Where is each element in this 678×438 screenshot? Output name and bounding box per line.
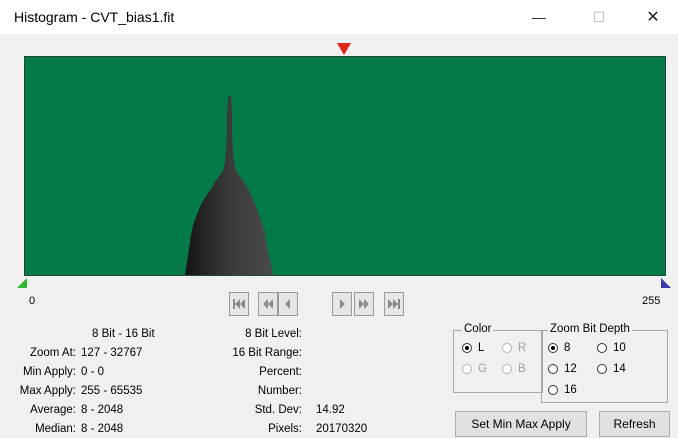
radio-unchecked-icon <box>548 385 558 395</box>
pixels-label: Pixels: <box>268 423 302 435</box>
histogram-distribution <box>185 95 273 275</box>
histogram-plot[interactable] <box>24 56 666 276</box>
step-forward-icon <box>340 299 345 309</box>
histogram-dialog-body: 0 255 8 Bit - 16 Bit Zoom At: 127 - 3276… <box>0 34 678 438</box>
first-button[interactable] <box>229 292 249 316</box>
radio-unchecked-icon <box>462 364 472 374</box>
color-radio-r[interactable]: R <box>502 342 526 354</box>
color-radio-l[interactable]: L <box>462 342 484 354</box>
max-apply-value: 255 - 65535 <box>81 385 143 397</box>
zoom-bit-depth-group: Zoom Bit Depth 8 10 12 14 16 <box>541 323 668 403</box>
color-group-legend: Color <box>462 323 494 335</box>
color-radio-g[interactable]: G <box>462 363 487 375</box>
radio-checked-icon <box>548 343 558 353</box>
close-button[interactable]: ✕ <box>630 0 676 34</box>
zoom-at-label: Zoom At: <box>29 347 76 359</box>
window-title: Histogram - CVT_bias1.fit <box>14 9 175 25</box>
fast-forward-button[interactable] <box>354 292 374 316</box>
title-bar: Histogram - CVT_bias1.fit — ☐ ✕ <box>0 0 678 34</box>
maximize-button[interactable]: ☐ <box>576 0 622 34</box>
stats-header: 8 Bit - 16 Bit <box>92 328 155 340</box>
close-icon: ✕ <box>646 9 660 26</box>
radio-checked-icon <box>462 343 472 353</box>
radio-unchecked-icon <box>502 364 512 374</box>
radio-unchecked-icon <box>597 343 607 353</box>
max-apply-label: Max Apply: <box>19 385 76 397</box>
std-dev-label: Std. Dev: <box>254 404 302 416</box>
refresh-button[interactable]: Refresh <box>599 411 670 437</box>
step-back-icon <box>285 299 290 309</box>
radio-unchecked-icon <box>548 364 558 374</box>
pixels-value: 20170320 <box>316 423 368 435</box>
maximize-icon: ☐ <box>592 8 606 25</box>
scale-max-label: 255 <box>642 295 661 307</box>
bit8-level-label: 8 Bit Level: <box>245 328 302 340</box>
percent-label: Percent: <box>259 366 302 378</box>
minimize-icon: — <box>532 9 546 25</box>
zoom-bit-depth-legend: Zoom Bit Depth <box>548 323 632 335</box>
number-label: Number: <box>257 385 302 397</box>
first-icon <box>233 299 245 309</box>
last-icon <box>388 299 400 309</box>
color-group: Color L R G B <box>453 323 543 393</box>
zoom-radio-12[interactable]: 12 <box>548 363 577 375</box>
level-marker-icon[interactable] <box>337 43 351 55</box>
average-label: Average: <box>30 404 76 416</box>
zoom-radio-10[interactable]: 10 <box>597 342 626 354</box>
minimize-button[interactable]: — <box>516 0 562 34</box>
average-value: 8 - 2048 <box>81 404 124 416</box>
zoom-radio-16[interactable]: 16 <box>548 384 577 396</box>
rewind-button[interactable] <box>258 292 278 316</box>
zoom-radio-8[interactable]: 8 <box>548 342 570 354</box>
step-back-button[interactable] <box>278 292 298 316</box>
min-apply-marker-icon[interactable] <box>17 278 27 288</box>
median-value: 8 - 2048 <box>81 423 124 435</box>
min-apply-label: Min Apply: <box>22 366 76 378</box>
fast-forward-icon <box>359 299 369 309</box>
scale-min-label: 0 <box>29 295 36 307</box>
std-dev-value: 14.92 <box>316 404 345 416</box>
rewind-icon <box>263 299 273 309</box>
max-apply-marker-icon[interactable] <box>661 278 671 288</box>
radio-unchecked-icon <box>597 364 607 374</box>
step-forward-button[interactable] <box>332 292 352 316</box>
zoom-at-value: 127 - 32767 <box>81 347 143 359</box>
radio-unchecked-icon <box>502 343 512 353</box>
last-button[interactable] <box>384 292 404 316</box>
zoom-radio-14[interactable]: 14 <box>597 363 626 375</box>
bit16-range-label: 16 Bit Range: <box>232 347 302 359</box>
median-label: Median: <box>35 423 76 435</box>
set-min-max-apply-button[interactable]: Set Min Max Apply <box>455 411 587 437</box>
min-apply-value: 0 - 0 <box>81 366 105 378</box>
color-radio-b[interactable]: B <box>502 363 526 375</box>
